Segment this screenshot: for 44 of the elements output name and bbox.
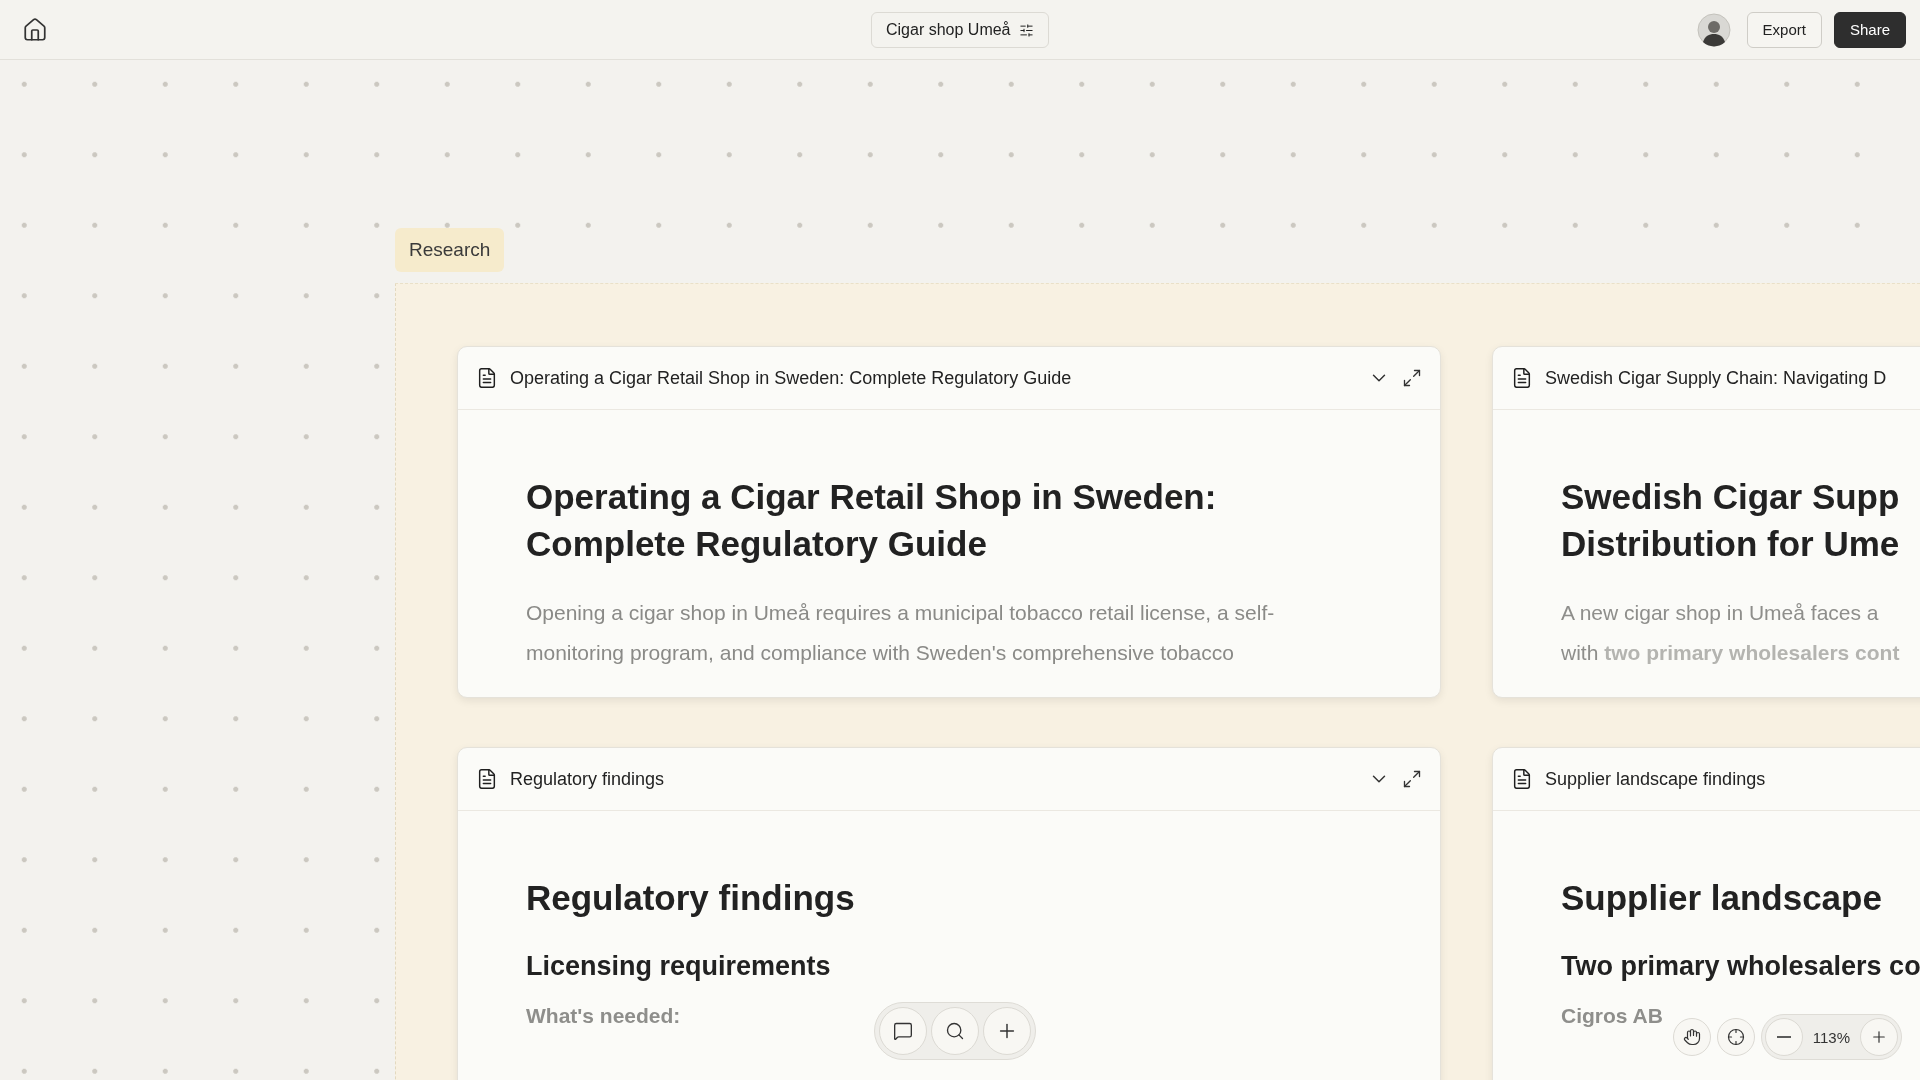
card-heading: Swedish Cigar Supp [1561,476,1901,518]
card-heading: Complete Regulatory Guide [526,523,988,565]
card-paragraph-line: with two primary wholesalers cont [1561,640,1901,666]
zoom-level: 113% [1812,1028,1850,1046]
group-label: Research [395,228,505,272]
card-heading: Supplier landscape [1561,877,1883,919]
expand-button[interactable] [1402,368,1422,388]
plus-icon [1870,1028,1888,1046]
comment-button[interactable] [879,1007,927,1055]
search-icon [945,1021,965,1041]
project-title-button[interactable]: Cigar shop Umeå [871,12,1049,48]
document-icon [1511,367,1533,389]
card-paragraph: Opening a cigar shop in Umeå requires a municipal tobacco retail license, a self-monitoring program, and compliance with Sweden's comprehensive tobacco [526,600,1276,666]
card-heading: Regulatory findings [526,877,856,919]
card-heading: Distribution for Ume [1561,523,1901,565]
card-heading: Operating a Cigar Retail Shop in Sweden: [526,476,1218,518]
card-paragraph-line: A new cigar shop in Umeå faces a [1561,600,1880,626]
card-title: Supplier landscape findings [1545,768,1766,790]
document-icon [476,768,498,790]
home-button[interactable] [22,16,48,43]
expand-button[interactable] [1402,769,1422,789]
document-icon [1511,768,1533,790]
card-label: What's needed: [526,1004,682,1028]
comment-icon [893,1021,913,1041]
card-title: Regulatory findings [510,768,665,790]
card-title: Operating a Cigar Retail Shop in Sweden: Complete Regulatory Guide [510,367,1072,389]
card-title: Swedish Cigar Supply Chain: Navigating D [1545,367,1887,389]
expand-icon [1402,368,1422,388]
hand-icon [1682,1028,1701,1046]
crosshair-icon [1726,1028,1745,1046]
avatar[interactable] [1696,12,1731,47]
card-subheading: Two primary wholesalers co [1561,951,1920,982]
add-button[interactable] [983,1007,1031,1055]
minus-icon [1776,1036,1791,1038]
card-subheading: Licensing requirements [526,951,832,982]
export-button[interactable]: Export [1746,11,1822,48]
home-icon [22,16,48,43]
document-icon [476,367,498,389]
search-button[interactable] [931,1007,979,1055]
card-label: Cigros AB [1561,1004,1664,1028]
sliders-icon [1018,22,1034,38]
share-button[interactable]: Share [1833,11,1906,48]
zoom-in-button[interactable] [1860,1018,1898,1056]
expand-icon [1402,769,1422,789]
